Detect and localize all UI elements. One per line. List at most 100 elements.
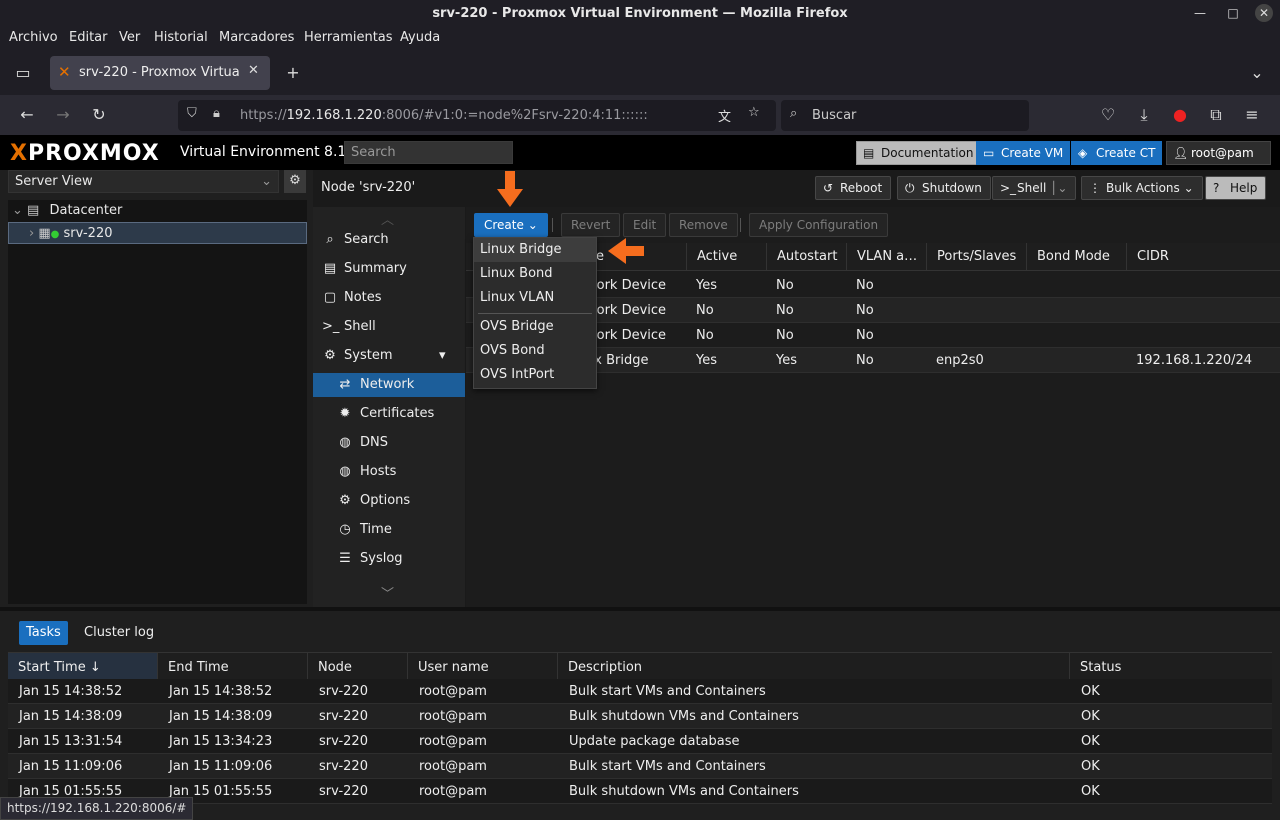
gear-icon[interactable]: ⚙ [284,170,306,193]
nav-syslog[interactable]: ☰ Syslog [313,547,465,571]
table-row[interactable]: Jan 15 01:55:55 Jan 15 01:55:55 srv-220 … [8,779,1272,804]
nav-system[interactable]: ⚙ System ▾ [313,344,465,368]
tree-datacenter[interactable]: ⌄ ▤ Datacenter [12,200,122,222]
url-text[interactable]: https://192.168.1.220:8006/#v1:0:=node%2… [240,108,648,123]
tree-node-srv-220[interactable]: › ▦● srv-220 [8,222,307,244]
pve-search-input[interactable]: Search [344,141,513,164]
tab-tasks[interactable]: Tasks [19,621,68,645]
proxmox-favicon-icon: ✕ [58,63,71,81]
shutdown-button[interactable]: ⏻ Shutdown [897,176,991,200]
web-search-input[interactable]: ⌕ Buscar [781,100,1029,131]
menu-linux-vlan[interactable]: Linux VLAN [474,286,596,310]
col-autostart[interactable]: Autostart [766,243,846,271]
apply-configuration-button[interactable]: Apply Configuration [749,213,889,237]
col-bond-mode[interactable]: Bond Mode [1026,243,1126,271]
shield-icon[interactable]: ⛉ [187,106,197,121]
col-start-time[interactable]: Start Time ↓ [8,653,158,682]
edit-button[interactable]: Edit [623,213,667,237]
bookmark-star-icon[interactable]: ☆ [748,105,760,120]
tab-cluster-log[interactable]: Cluster log [84,621,154,645]
help-button[interactable]: ? Help [1205,176,1267,200]
nav-notes[interactable]: ▢ Notes [313,286,465,310]
nav-certificates[interactable]: ✹ Certificates [313,402,465,426]
menu-linux-bond[interactable]: Linux Bond [474,262,596,286]
create-ct-button[interactable]: ◈ Create CT [1071,141,1163,165]
cell-description: Bulk shutdown VMs and Containers [569,784,799,799]
menu-linux-bridge[interactable]: Linux Bridge [474,238,596,262]
cell-start: Jan 15 14:38:09 [19,709,123,724]
reload-icon[interactable]: ↻ [89,105,109,125]
extension-icon[interactable]: ● [1170,105,1190,125]
cell-status: OK [1081,759,1100,774]
nav-network[interactable]: ⇄ Network [313,373,465,397]
nav-dns[interactable]: ◍ DNS [313,431,465,455]
nav-hosts[interactable]: ◍ Hosts [313,460,465,484]
nav-shell[interactable]: >_ Shell [313,315,465,339]
nav-search[interactable]: ⌕ Search [313,228,465,252]
documentation-button[interactable]: ▤ Documentation [856,141,981,165]
menu-archivo[interactable]: Archivo [9,30,58,45]
close-window-icon[interactable]: ✕ [1255,4,1273,22]
node-sidenav: ︿ ⌕ Search ▤ Summary ▢ Notes >_ Shell ⚙ Syste… [313,207,465,607]
menu-marcadores[interactable]: Marcadores [219,30,294,45]
menu-historial[interactable]: Historial [154,30,208,45]
back-icon[interactable]: ← [17,105,37,125]
minimize-icon[interactable]: — [1191,4,1209,22]
cell-user: root@pam [419,734,487,749]
extensions-icon[interactable]: ⧉ [1206,105,1226,125]
reboot-button[interactable]: ↺ Reboot [815,176,892,200]
col-user-name[interactable]: User name [408,653,558,682]
table-row[interactable]: Jan 15 11:09:06 Jan 15 11:09:06 srv-220 … [8,754,1272,779]
close-tab-icon[interactable]: ✕ [248,63,259,78]
downloads-icon[interactable]: ⤓ [1134,105,1154,125]
browser-tab[interactable]: ✕ srv-220 - Proxmox Virtual Environment … [50,56,270,90]
menu-ovs-bond[interactable]: OVS Bond [474,339,596,363]
table-row[interactable]: Jan 15 13:31:54 Jan 15 13:34:23 srv-220 … [8,729,1272,754]
create-vm-button[interactable]: ▭ Create VM [976,141,1071,165]
create-button[interactable]: Create ⌄ [474,213,548,237]
web-search-placeholder: Buscar [812,108,857,123]
revert-button[interactable]: Revert [561,213,621,237]
menu-ayuda[interactable]: Ayuda [400,30,440,45]
app-menu-icon[interactable]: ≡ [1242,105,1262,125]
scroll-up-icon[interactable]: ︿ [381,209,394,228]
forward-icon[interactable]: → [53,105,73,125]
shell-button[interactable]: >_ Shell │⌄ [992,176,1077,200]
scroll-down-icon[interactable]: ﹀ [381,583,394,602]
col-active[interactable]: Active [686,243,766,271]
col-vlan-aware[interactable]: VLAN a… [846,243,926,271]
col-description[interactable]: Description [558,653,1070,682]
lock-icon[interactable]: 🔒︎ [213,106,220,121]
col-node[interactable]: Node [308,653,408,682]
col-end-time[interactable]: End Time [158,653,308,682]
proxmox-logo: XPROXMOX [10,141,160,166]
view-selector[interactable]: Server View ⌄ [8,170,279,193]
col-status[interactable]: Status [1070,653,1272,682]
bulk-actions-button[interactable]: ⋮ Bulk Actions ⌄ [1081,176,1203,200]
nav-summary[interactable]: ▤ Summary [313,257,465,281]
new-tab-icon[interactable]: + [283,63,303,83]
table-row[interactable]: Jan 15 14:38:09 Jan 15 14:38:09 srv-220 … [8,704,1272,729]
menu-ovs-bridge[interactable]: OVS Bridge [474,315,596,339]
menu-editar[interactable]: Editar [69,30,108,45]
menu-ovs-intport[interactable]: OVS IntPort [474,363,596,387]
user-menu-button[interactable]: 👤︎root@pam ⌄ [1166,141,1271,182]
pocket-icon[interactable]: ♡ [1098,105,1118,125]
nav-options[interactable]: ⚙ Options [313,489,465,513]
menu-herramientas[interactable]: Herramientas [304,30,393,45]
maximize-icon[interactable]: □ [1224,4,1242,22]
remove-button[interactable]: Remove [669,213,738,237]
url-bar[interactable]: ⛉ 🔒︎ https://192.168.1.220:8006/#v1:0:=n… [178,100,776,131]
cell-user: root@pam [419,784,487,799]
menu-ver[interactable]: Ver [119,30,140,45]
nav-time[interactable]: ◷ Time [313,518,465,542]
col-ports-slaves[interactable]: Ports/Slaves [926,243,1026,271]
col-cidr[interactable]: CIDR [1126,243,1280,271]
table-row[interactable]: Jan 15 14:38:52 Jan 15 14:38:52 srv-220 … [8,679,1272,704]
annotation-arrow-left-icon [608,238,644,264]
tab-overview-icon[interactable]: ▭ [13,63,33,83]
book-icon: ▤ [323,261,337,276]
list-tabs-icon[interactable]: ⌄ [1247,63,1267,83]
cell-cidr: 192.168.1.220/24 [1136,353,1253,368]
translate-icon[interactable]: 文 [718,106,731,125]
